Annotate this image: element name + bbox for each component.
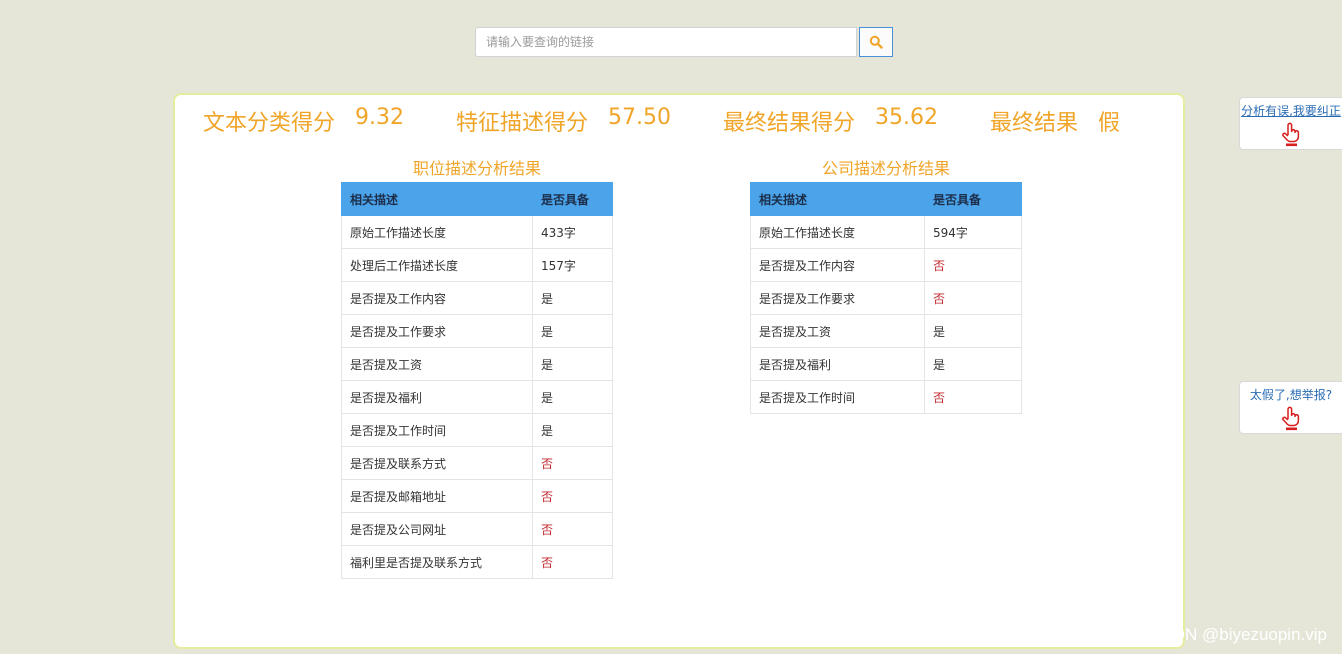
value-cell: 是 [924, 347, 1022, 381]
watermark: CSDN @biyezuopin.vip [1149, 625, 1327, 644]
table-row: 是否提及邮箱地址否 [341, 479, 613, 513]
value-cell: 否 [924, 281, 1022, 315]
value-cell: 433字 [532, 215, 613, 249]
search-bar [475, 27, 893, 57]
search-button[interactable] [859, 27, 893, 57]
table-row: 是否提及工作要求是 [341, 314, 613, 348]
pointing-hand-icon [1282, 122, 1300, 147]
description-cell: 是否提及工作要求 [750, 281, 925, 315]
description-cell: 是否提及福利 [750, 347, 925, 381]
table-row: 是否提及工作要求否 [750, 281, 1022, 315]
search-input[interactable] [475, 27, 857, 57]
table-row: 原始工作描述长度 594字 [750, 215, 1022, 249]
value-cell: 是 [532, 314, 613, 348]
result-panel: 文本分类得分 9.32 特征描述得分 57.50 最终结果得分 35.62 最终… [173, 93, 1185, 649]
table-row: 是否提及福利是 [341, 380, 613, 414]
table-row: 福利里是否提及联系方式否 [341, 545, 613, 579]
report-widget[interactable]: 太假了,想举报? [1239, 381, 1342, 434]
description-cell: 是否提及工作时间 [341, 413, 533, 447]
value-cell: 是 [532, 281, 613, 315]
table-row: 是否提及福利是 [750, 347, 1022, 381]
value-cell: 是 [532, 413, 613, 447]
table-header-row: 相关描述 是否具备 [341, 182, 613, 216]
description-cell: 原始工作描述长度 [750, 215, 925, 249]
value-cell: 否 [532, 512, 613, 546]
job-section-title: 职位描述分析结果 [412, 159, 541, 178]
column-header: 相关描述 [341, 182, 533, 216]
description-cell: 是否提及邮箱地址 [341, 479, 533, 513]
table-row: 是否提及工资是 [341, 347, 613, 381]
value-cell: 是 [532, 380, 613, 414]
report-link[interactable]: 太假了,想举报? [1240, 386, 1342, 403]
table-row: 是否提及工作时间是 [341, 413, 613, 447]
value-cell: 否 [532, 446, 613, 480]
description-cell: 是否提及公司网址 [341, 512, 533, 546]
table-row: 原始工作描述长度 433字 [341, 215, 613, 249]
table-row: 是否提及工作内容是 [341, 281, 613, 315]
final-score-value: 35.62 [875, 105, 938, 130]
description-cell: 处理后工作描述长度 [341, 248, 533, 282]
job-analysis-table: 相关描述 是否具备 原始工作描述长度 433字 处理后工作描述长度 157字 是否提… [341, 182, 613, 579]
value-cell: 否 [924, 380, 1022, 414]
description-cell: 是否提及工资 [341, 347, 533, 381]
description-cell: 原始工作描述长度 [341, 215, 533, 249]
column-header: 相关描述 [750, 182, 925, 216]
feature-score-label: 特征描述得分 [456, 111, 589, 136]
value-cell: 594字 [924, 215, 1022, 249]
description-cell: 是否提及工作要求 [341, 314, 533, 348]
pointing-hand-icon [1282, 406, 1300, 431]
correction-link[interactable]: 分析有误,我要纠正 [1240, 102, 1342, 119]
table-row: 是否提及公司网址否 [341, 512, 613, 546]
column-header: 是否具备 [532, 182, 613, 216]
final-result-value: 假 [1098, 111, 1121, 136]
table-row: 是否提及工资是 [750, 314, 1022, 348]
description-cell: 是否提及联系方式 [341, 446, 533, 480]
table-row: 是否提及工作时间否 [750, 380, 1022, 414]
value-cell: 是 [924, 314, 1022, 348]
search-icon [869, 35, 883, 49]
text-score-label: 文本分类得分 [203, 111, 336, 136]
table-header-row: 相关描述 是否具备 [750, 182, 1022, 216]
company-section-title: 公司描述分析结果 [821, 159, 950, 178]
table-row: 处理后工作描述长度 157字 [341, 248, 613, 282]
text-score-value: 9.32 [355, 105, 404, 130]
column-header: 是否具备 [924, 182, 1022, 216]
table-row: 是否提及联系方式否 [341, 446, 613, 480]
value-cell: 是 [532, 347, 613, 381]
description-cell: 是否提及工作内容 [750, 248, 925, 282]
feature-score-value: 57.50 [608, 105, 671, 130]
value-cell: 否 [532, 545, 613, 579]
description-cell: 是否提及工作内容 [341, 281, 533, 315]
final-result-label: 最终结果 [990, 111, 1079, 136]
value-cell: 否 [924, 248, 1022, 282]
company-analysis-table: 相关描述 是否具备 原始工作描述长度 594字 是否提及工作内容否 是否提及工作要… [750, 182, 1022, 414]
value-cell: 否 [532, 479, 613, 513]
final-score-label: 最终结果得分 [723, 111, 856, 136]
correction-widget[interactable]: 分析有误,我要纠正 [1239, 97, 1342, 150]
table-row: 是否提及工作内容否 [750, 248, 1022, 282]
description-cell: 是否提及工作时间 [750, 380, 925, 414]
description-cell: 是否提及福利 [341, 380, 533, 414]
value-cell: 157字 [532, 248, 613, 282]
score-summary: 文本分类得分 9.32 特征描述得分 57.50 最终结果得分 35.62 最终… [203, 105, 1120, 137]
description-cell: 是否提及工资 [750, 314, 925, 348]
description-cell: 福利里是否提及联系方式 [341, 545, 533, 579]
